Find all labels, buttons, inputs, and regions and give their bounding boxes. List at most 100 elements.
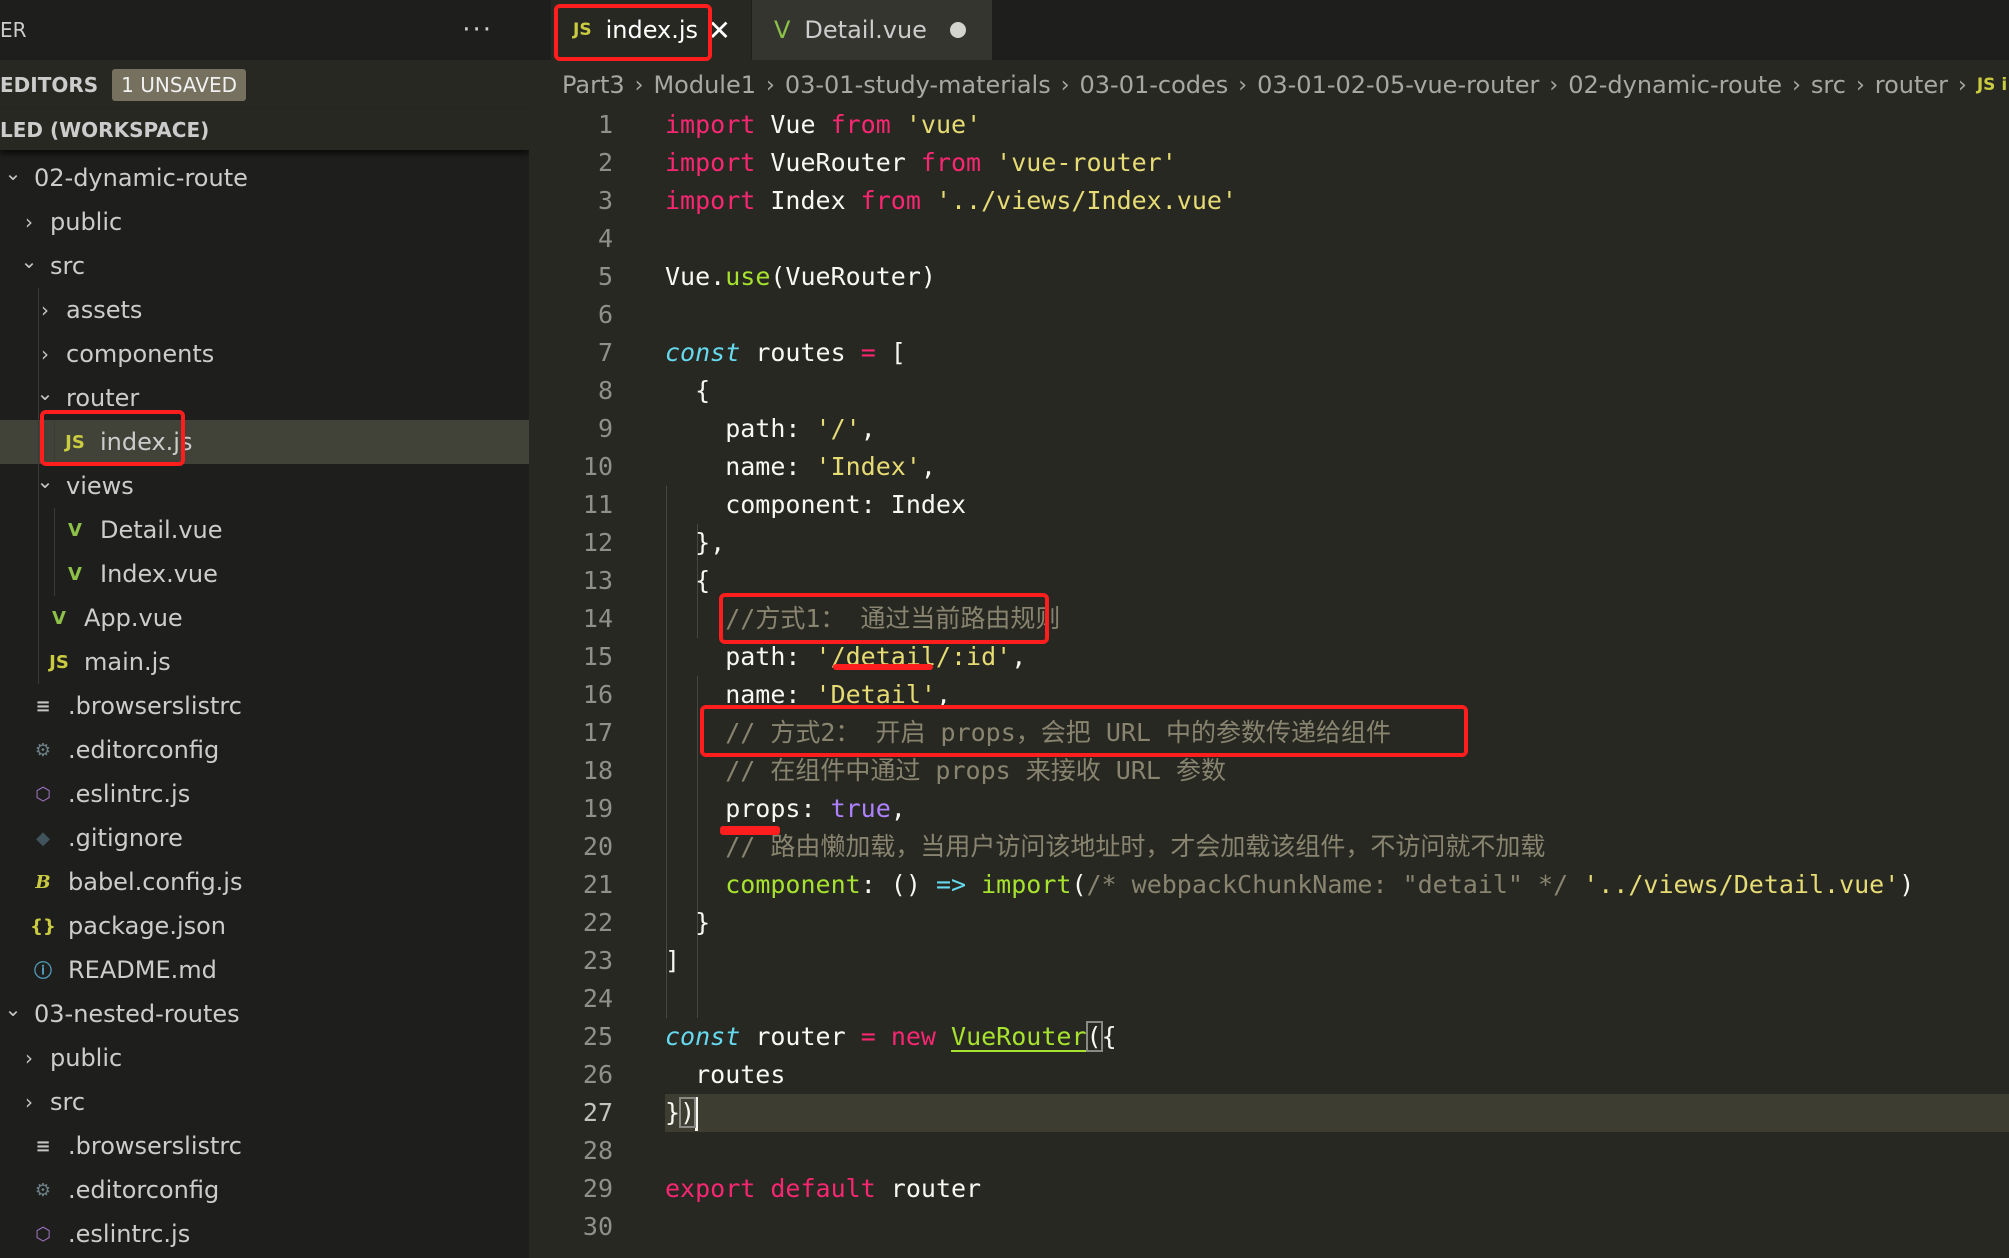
line-content: //方式1： 通过当前路由规则 <box>665 600 1060 638</box>
explorer-sidebar: ER ··· EDITORS 1 UNSAVED LED (WORKSPACE)… <box>0 0 529 1258</box>
close-icon[interactable]: ✕ <box>708 14 731 47</box>
breadcrumb-item[interactable]: router <box>1875 71 1948 99</box>
tree-item[interactable]: JS main.js <box>0 640 529 684</box>
breadcrumb-item[interactable]: 02-dynamic-route <box>1568 71 1782 99</box>
code-token: , <box>890 794 906 823</box>
tree-item[interactable]: {} package.json <box>0 904 529 948</box>
unsaved-dot-icon[interactable] <box>950 22 966 38</box>
code-token: name: <box>665 680 816 709</box>
code-token: /* webpackChunkName: "detail" */ <box>1086 870 1569 899</box>
line-number: 13 <box>582 566 613 595</box>
tree-item[interactable]: V Index.vue <box>0 552 529 596</box>
line-number: 16 <box>582 680 613 709</box>
line-number: 9 <box>597 414 613 443</box>
chevron-down-icon[interactable]: ⌄ <box>34 381 56 405</box>
tree-item[interactable]: V App.vue <box>0 596 529 640</box>
open-editors-section[interactable]: EDITORS 1 UNSAVED <box>0 60 529 110</box>
tree-item[interactable]: ⌄ router <box>0 376 529 420</box>
tree-indent-guide <box>38 288 39 332</box>
code-token: [ <box>875 338 906 367</box>
config-lines-icon: ≡ <box>35 695 51 717</box>
code-token: name: <box>665 452 816 481</box>
breadcrumb-item[interactable]: JS i <box>1977 75 2007 95</box>
chevron-down-icon[interactable]: ⌄ <box>18 249 40 273</box>
code-token: path: <box>665 642 816 671</box>
code-editor[interactable]: 1 import Vue from 'vue' 2 import VueRouter … <box>529 106 2009 1246</box>
tab-index-js[interactable]: JS index.js ✕ <box>551 0 751 60</box>
tree-item[interactable]: JS index.js <box>0 420 529 464</box>
tree-item[interactable]: › components <box>0 332 529 376</box>
tree-item[interactable]: ⌄ 02-dynamic-route <box>0 156 529 200</box>
code-line: 8 { <box>529 372 2009 410</box>
line-number: 3 <box>597 186 613 215</box>
tree-item[interactable]: Bbabel.config.js <box>0 860 529 904</box>
tree-indent-guide <box>54 552 55 596</box>
tree-item[interactable]: ⬡ .eslintrc.js <box>0 1212 529 1256</box>
line-number: 15 <box>582 642 613 671</box>
tree-item[interactable]: ⚙ .editorconfig <box>0 1168 529 1212</box>
tree-item[interactable]: › public <box>0 1036 529 1080</box>
babel-icon: B <box>35 871 51 893</box>
code-token: ) <box>679 1097 697 1128</box>
tree-indent-guide <box>38 640 39 684</box>
tree-item[interactable]: ◆ .gitignore <box>0 816 529 860</box>
chevron-down-icon[interactable]: ⌄ <box>2 161 24 185</box>
chevron-down-icon[interactable]: ⌄ <box>34 469 56 493</box>
breadcrumb-item[interactable]: Module1 <box>653 71 756 99</box>
tree-item-label: main.js <box>84 648 171 676</box>
workspace-section[interactable]: LED (WORKSPACE) <box>0 110 529 150</box>
tree-indent-guide <box>38 332 39 376</box>
code-line: 30 <box>529 1208 2009 1246</box>
tree-item[interactable]: › src <box>0 1080 529 1124</box>
code-line: 22 } <box>529 904 2009 942</box>
line-content: routes <box>665 1056 785 1094</box>
code-token: router <box>740 1022 861 1051</box>
code-token: props: <box>665 794 831 823</box>
breadcrumb-item[interactable]: Part3 <box>562 71 625 99</box>
open-editors-label: EDITORS <box>0 73 99 97</box>
tree-item-label: Index.vue <box>100 560 218 588</box>
chevron-right-icon[interactable]: › <box>18 1090 40 1114</box>
tree-item-label: babel.config.js <box>68 868 243 896</box>
chevron-down-icon[interactable]: ⌄ <box>2 997 24 1021</box>
tree-item[interactable]: ≡ .browserslistrc <box>0 1124 529 1168</box>
tab-detail-vue[interactable]: V Detail.vue <box>752 0 992 60</box>
code-token: ( <box>1071 870 1087 899</box>
vue-file-icon: V <box>68 563 82 585</box>
line-content: import VueRouter from 'vue-router' <box>665 144 1177 182</box>
code-token: Index <box>755 186 861 215</box>
tree-item[interactable]: V Detail.vue <box>0 508 529 552</box>
code-token: = <box>860 1022 876 1051</box>
tree-item[interactable]: ≡ .browserslistrc <box>0 684 529 728</box>
tree-item[interactable]: ⬡ .eslintrc.js <box>0 772 529 816</box>
breadcrumb-separator-icon: › <box>634 72 644 98</box>
line-content: import Index from '../views/Index.vue' <box>665 182 1237 220</box>
more-actions-icon[interactable]: ··· <box>462 17 493 43</box>
tree-item-label: README.md <box>68 956 217 984</box>
tree-item[interactable]: ⌄ 03-nested-routes <box>0 992 529 1036</box>
breadcrumb: Part3 › Module1 › 03-01-study-materials › 03-0… <box>529 60 2009 110</box>
code-token: const <box>665 338 741 367</box>
breadcrumb-item[interactable]: 03-01-codes <box>1080 71 1229 99</box>
breadcrumb-item[interactable]: 03-01-study-materials <box>785 71 1051 99</box>
tree-item[interactable]: ⓘ README.md <box>0 948 529 992</box>
code-token: Vue. <box>665 262 726 291</box>
line-content: ] <box>665 942 680 980</box>
breadcrumb-item[interactable]: 03-01-02-05-vue-router <box>1257 71 1539 99</box>
line-number: 26 <box>582 1060 613 1089</box>
tree-item[interactable]: ⌄ views <box>0 464 529 508</box>
breadcrumb-item[interactable]: src <box>1811 71 1846 99</box>
chevron-right-icon[interactable]: › <box>18 210 40 234</box>
tree-item-label: package.json <box>68 912 227 940</box>
tree-item[interactable]: › assets <box>0 288 529 332</box>
tree-item[interactable]: ⌄ src <box>0 244 529 288</box>
tree-item[interactable]: ⚙ .editorconfig <box>0 728 529 772</box>
tree-item[interactable]: › public <box>0 200 529 244</box>
code-token: default <box>770 1174 876 1203</box>
chevron-right-icon[interactable]: › <box>18 1046 40 1070</box>
code-line: 16 name: 'Detail', <box>529 676 2009 714</box>
line-content: }, <box>665 524 725 562</box>
code-token: import <box>665 186 756 215</box>
